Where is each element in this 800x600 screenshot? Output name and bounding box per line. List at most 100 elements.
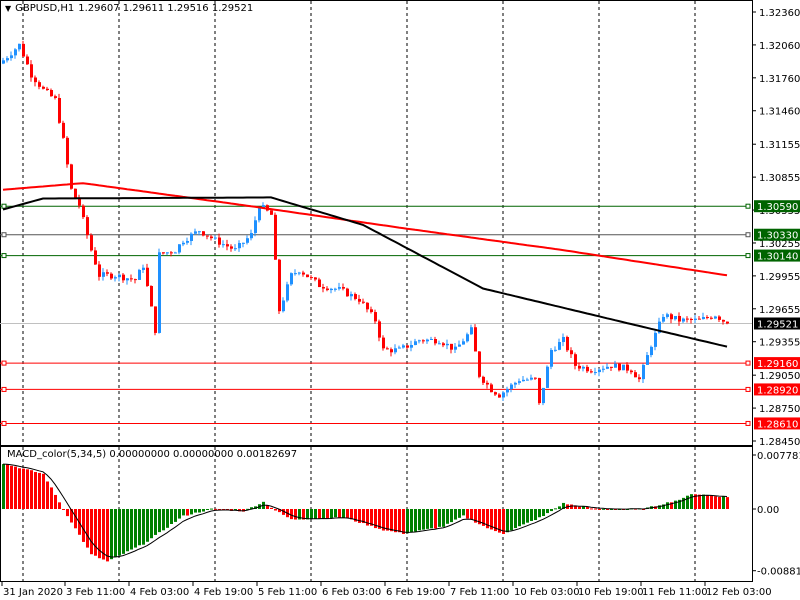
macd-histogram-bar <box>418 509 421 531</box>
symbol-label: GBPUSD,H1 <box>15 3 75 14</box>
candle-body <box>610 366 613 368</box>
candle-body <box>458 344 461 347</box>
candle-body <box>622 364 625 371</box>
macd-histogram-bar <box>594 508 597 510</box>
candle-body <box>382 337 385 349</box>
candle-body <box>122 274 125 281</box>
macd-histogram-bar <box>274 509 277 511</box>
macd-histogram-bar <box>546 509 549 514</box>
candle-body <box>490 384 493 393</box>
macd-histogram-bar <box>442 509 445 527</box>
price-chart[interactable]: 1.32360 1.32060 1.31760 1.31460 1.31155 1.308… <box>0 0 800 600</box>
candle-body <box>666 314 669 317</box>
macd-histogram-bar <box>18 468 21 509</box>
macd-histogram-bar <box>50 487 53 509</box>
candle-body <box>478 351 481 377</box>
macd-histogram-bar <box>406 509 409 534</box>
macd-histogram-bar <box>518 509 521 527</box>
candle-body <box>454 346 457 350</box>
candle-body <box>502 392 505 398</box>
macd-histogram-bar <box>570 504 573 509</box>
macd-histogram-bar <box>398 509 401 533</box>
time-label: 6 Feb 03:00 <box>322 587 381 598</box>
macd-histogram-bar <box>62 509 65 510</box>
candle-body <box>146 267 149 286</box>
macd-histogram-bar <box>290 509 293 520</box>
candle-body <box>462 341 465 345</box>
macd-histogram-bar <box>314 509 317 519</box>
macd-histogram-bar <box>410 509 413 533</box>
candle-body <box>126 278 129 281</box>
candle-body <box>18 43 21 50</box>
candle-body <box>118 274 121 278</box>
macd-histogram-bar <box>26 469 29 509</box>
candle-body <box>338 287 341 289</box>
candle-body <box>42 86 45 89</box>
collapse-triangle-icon[interactable]: ▼ <box>5 4 11 13</box>
candle-body <box>202 231 205 236</box>
macd-histogram-bar <box>454 509 457 520</box>
macd-histogram-bar <box>506 509 509 533</box>
candle-body <box>214 237 217 239</box>
macd-histogram-bar <box>602 508 605 510</box>
candle-body <box>562 336 565 343</box>
macd-histogram-bar <box>722 496 725 509</box>
candle-body <box>598 369 601 373</box>
candle-body <box>22 43 25 57</box>
candle-body <box>714 316 717 319</box>
macd-histogram-bar <box>22 468 25 509</box>
candle-body <box>586 366 589 372</box>
candle-body <box>346 288 349 297</box>
candle-body <box>702 317 705 320</box>
time-label: 10 Feb 19:00 <box>578 587 644 598</box>
candle-body <box>630 370 633 373</box>
level-anchor-left <box>1 360 7 366</box>
candle-body <box>470 327 473 335</box>
candle-body <box>530 377 533 380</box>
macd-histogram-bar <box>538 509 541 518</box>
candle-body <box>274 214 277 260</box>
macd-histogram-bar <box>542 509 545 516</box>
candle-body <box>510 384 513 390</box>
candle-body <box>570 350 573 355</box>
macd-histogram-bar <box>90 509 93 555</box>
candle-body <box>518 381 521 383</box>
price-tick-label: 1.29355 <box>759 338 800 349</box>
level-anchor-right <box>745 386 751 392</box>
candle-body <box>690 318 693 320</box>
macd-histogram-bar <box>82 509 85 542</box>
candle-body <box>386 348 389 350</box>
macd-histogram-bar <box>46 481 49 509</box>
price-tick-label: 1.32060 <box>759 41 800 52</box>
candle-body <box>62 122 65 138</box>
candle-body <box>522 379 525 382</box>
candle-body <box>406 345 409 348</box>
macd-histogram-bar <box>206 509 209 510</box>
macd-histogram-bar <box>294 509 297 520</box>
macd-histogram-bar <box>270 507 273 509</box>
macd-histogram-bar <box>666 502 669 509</box>
price-tick-label: 1.31760 <box>759 74 800 85</box>
candle-body <box>506 389 509 393</box>
macd-histogram-bar <box>194 509 197 513</box>
macd-histogram-bar <box>310 509 313 520</box>
candle-body <box>710 317 713 319</box>
macd-histogram-bar <box>514 509 517 529</box>
candle-body <box>94 250 97 265</box>
macd-histogram-bar <box>462 509 465 516</box>
candle-body <box>662 316 665 322</box>
candle-body <box>698 318 701 320</box>
candle-body <box>486 382 489 385</box>
macd-tick-label: -0.0088146 <box>757 567 800 578</box>
candle-body <box>246 238 249 243</box>
macd-histogram-bar <box>674 500 677 509</box>
macd-histogram-bar <box>210 508 213 510</box>
macd-histogram-bar <box>146 509 149 542</box>
candle-body <box>134 279 137 281</box>
macd-histogram-bar <box>434 509 437 529</box>
candle-body <box>414 341 417 346</box>
candle-body <box>50 89 53 97</box>
candle-body <box>378 321 381 338</box>
time-label: 4 Feb 03:00 <box>130 587 189 598</box>
macd-histogram-bar <box>14 466 17 509</box>
